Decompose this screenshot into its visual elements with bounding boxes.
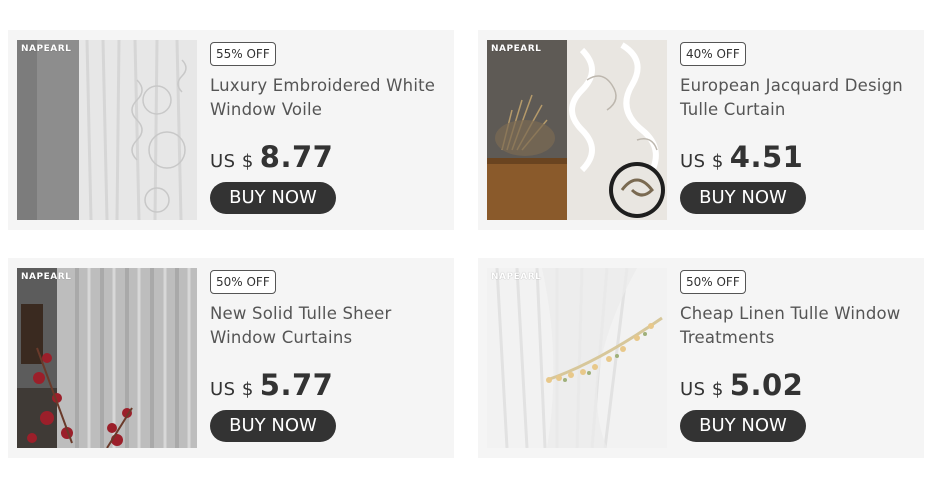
price-amount: 4.51 bbox=[729, 140, 804, 174]
brand-logo: NAPEARL bbox=[21, 272, 72, 282]
product-image[interactable]: NAPEARL bbox=[487, 40, 667, 220]
price-amount: 8.77 bbox=[259, 140, 334, 174]
brand-logo: NAPEARL bbox=[491, 272, 542, 282]
price-currency: US $ bbox=[680, 151, 724, 172]
product-price: US $5.77 bbox=[210, 368, 333, 402]
buy-now-button[interactable]: BUY NOW bbox=[210, 182, 336, 214]
price-currency: US $ bbox=[210, 379, 254, 400]
brand-logo: NAPEARL bbox=[491, 44, 542, 54]
product-image[interactable]: NAPEARL bbox=[487, 268, 667, 448]
product-image[interactable]: NAPEARL bbox=[17, 268, 197, 448]
product-title[interactable]: New Solid Tulle Sheer Window Curtains bbox=[210, 302, 446, 350]
product-card[interactable]: NAPEARL 40% OFF European Jacquard Design… bbox=[478, 30, 924, 230]
product-card[interactable]: NAPEARL 50% OFF New Solid Tulle Sheer Wi… bbox=[8, 258, 454, 458]
price-currency: US $ bbox=[210, 151, 254, 172]
discount-badge: 50% OFF bbox=[680, 270, 746, 294]
discount-badge: 40% OFF bbox=[680, 42, 746, 66]
price-amount: 5.77 bbox=[259, 368, 334, 402]
product-title[interactable]: Luxury Embroidered White Window Voile bbox=[210, 74, 446, 122]
brand-logo: NAPEARL bbox=[21, 44, 72, 54]
product-price: US $4.51 bbox=[680, 140, 803, 174]
product-card[interactable]: NAPEARL 50% OFF Cheap Linen Tulle Window… bbox=[478, 258, 924, 458]
product-title[interactable]: Cheap Linen Tulle Window Treatments bbox=[680, 302, 916, 350]
buy-now-button[interactable]: BUY NOW bbox=[680, 182, 806, 214]
discount-badge: 50% OFF bbox=[210, 270, 276, 294]
product-image[interactable]: NAPEARL bbox=[17, 40, 197, 220]
product-price: US $5.02 bbox=[680, 368, 803, 402]
price-amount: 5.02 bbox=[729, 368, 804, 402]
buy-now-button[interactable]: BUY NOW bbox=[680, 410, 806, 442]
buy-now-button[interactable]: BUY NOW bbox=[210, 410, 336, 442]
product-card[interactable]: NAPEARL 55% OFF Luxury Embroidered White… bbox=[8, 30, 454, 230]
product-title[interactable]: European Jacquard Design Tulle Curtain bbox=[680, 74, 916, 122]
product-price: US $8.77 bbox=[210, 140, 333, 174]
price-currency: US $ bbox=[680, 379, 724, 400]
discount-badge: 55% OFF bbox=[210, 42, 276, 66]
